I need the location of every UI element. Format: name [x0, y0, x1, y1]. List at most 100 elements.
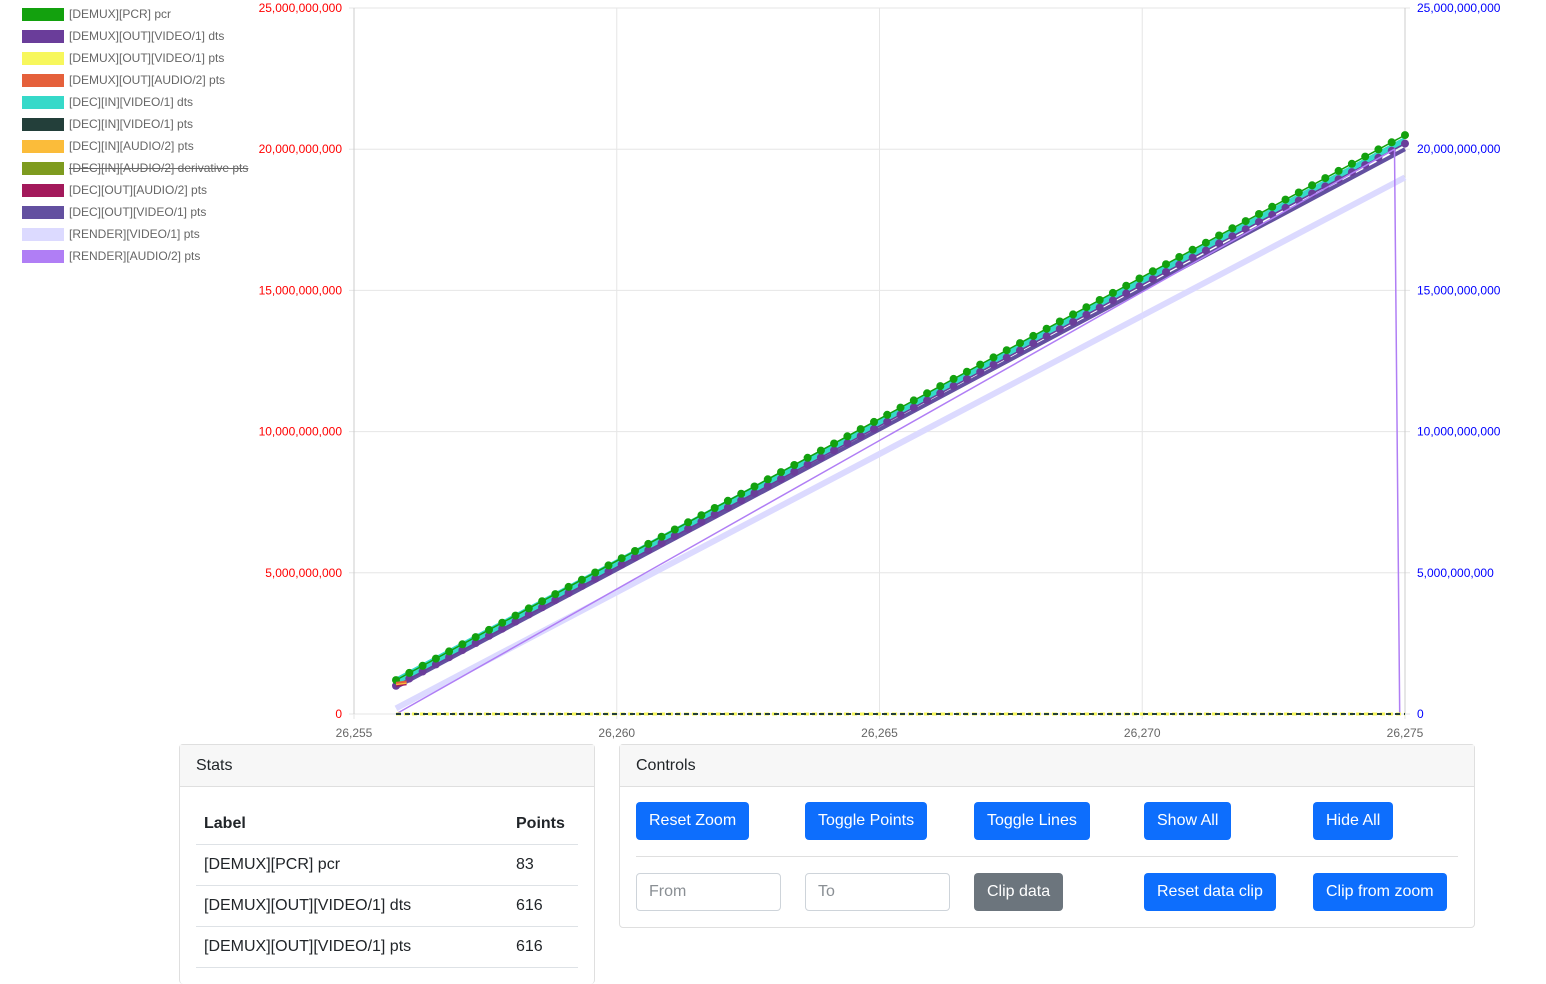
legend-swatch	[22, 117, 64, 131]
series-point	[976, 367, 985, 376]
series-point	[1029, 339, 1038, 348]
series-point	[1162, 260, 1170, 269]
y-left-tick-label: 15,000,000,000	[259, 283, 343, 297]
x-tick-label: 26,255	[336, 726, 373, 740]
series-point	[896, 410, 905, 419]
series-point	[763, 475, 772, 484]
series-point	[657, 532, 666, 541]
series-point	[989, 353, 998, 362]
series-point	[1108, 288, 1117, 297]
legend-swatch	[22, 161, 64, 175]
series-point	[458, 640, 467, 649]
series-point	[803, 453, 812, 462]
to-input[interactable]	[805, 873, 950, 911]
series-point	[1042, 332, 1051, 341]
series-point	[1069, 317, 1078, 326]
series-point	[790, 461, 799, 469]
hide-all-button[interactable]: Hide All	[1313, 802, 1394, 840]
legend-item[interactable]: [DEC][IN][AUDIO/2] pts	[22, 135, 262, 157]
row-label: [DEMUX][PCR] pcr	[196, 844, 508, 886]
y-left-tick-label: 5,000,000,000	[265, 566, 342, 580]
y-right-tick-label: 0	[1417, 707, 1424, 721]
legend-label: [DEMUX][OUT][AUDIO/2] pts	[69, 73, 226, 87]
series-point	[405, 668, 414, 677]
legend-swatch	[22, 73, 64, 87]
series-point	[710, 504, 719, 512]
label-column-header: Label	[196, 803, 508, 845]
legend-item[interactable]: [DEC][OUT][VIDEO/1] pts	[22, 201, 262, 223]
series-line	[395, 680, 407, 684]
legend-item[interactable]: [DEMUX][OUT][AUDIO/2] pts	[22, 69, 262, 91]
series-point	[962, 375, 971, 383]
y-right-tick-label: 15,000,000,000	[1417, 283, 1501, 297]
legend-item[interactable]: [DEC][OUT][AUDIO/2] pts	[22, 179, 262, 201]
table-row: [DEMUX][PCR] pcr 83	[196, 844, 578, 886]
series-point	[1228, 224, 1237, 233]
row-label: [DEMUX][OUT][VIDEO/1] dts	[196, 885, 508, 927]
series-point	[870, 417, 878, 426]
series-point	[777, 468, 785, 477]
legend-label: [DEC][OUT][VIDEO/1] pts	[69, 205, 207, 219]
legend-item[interactable]: [DEC][IN][VIDEO/1] pts	[22, 113, 262, 135]
chart-series	[392, 131, 1409, 716]
reset-data-clip-button[interactable]: Reset data clip	[1144, 873, 1276, 911]
series-point	[538, 597, 547, 606]
series-point	[604, 561, 613, 570]
clip-data-button[interactable]: Clip data	[974, 873, 1064, 911]
legend-swatch	[22, 51, 64, 65]
series-point	[843, 439, 852, 448]
series-point	[1361, 152, 1370, 161]
series-point	[684, 518, 693, 527]
series-point	[1215, 231, 1224, 240]
series-point	[737, 489, 746, 498]
series-point	[1281, 195, 1290, 204]
series-point	[1347, 159, 1356, 168]
series-point	[883, 410, 892, 419]
legend-item[interactable]: [RENDER][VIDEO/1] pts	[22, 223, 262, 245]
reset-zoom-button[interactable]: Reset Zoom	[636, 802, 750, 840]
legend-item[interactable]: [DEMUX][OUT][VIDEO/1] dts	[22, 25, 262, 47]
legend-item[interactable]: [DEMUX][OUT][VIDEO/1] pts	[22, 47, 262, 69]
row-points: 616	[508, 926, 578, 968]
series-point	[856, 432, 865, 441]
series-point	[909, 396, 918, 405]
show-all-button[interactable]: Show All	[1144, 802, 1232, 840]
clip-from-zoom-button[interactable]: Clip from zoom	[1313, 873, 1447, 911]
from-input[interactable]	[636, 873, 781, 911]
series-point	[1334, 166, 1343, 175]
legend-swatch	[22, 95, 64, 109]
legend-label: [RENDER][AUDIO/2] pts	[69, 249, 201, 263]
legend-label: [DEC][IN][AUDIO/2] pts	[69, 139, 194, 153]
stats-header-row: Label Points	[196, 803, 578, 845]
legend-item[interactable]: [DEC][IN][VIDEO/1] dts	[22, 91, 262, 113]
series-point	[591, 568, 600, 577]
series-point	[1148, 267, 1157, 276]
series-point	[1122, 281, 1131, 290]
legend-item[interactable]: [DEMUX][PCR] pcr	[22, 3, 262, 25]
series-point	[723, 496, 732, 505]
legend-label: [DEMUX][PCR] pcr	[69, 7, 172, 21]
row-label: [DEMUX][OUT][VIDEO/1] pts	[196, 926, 508, 968]
series-point	[936, 389, 945, 398]
toggle-lines-button[interactable]: Toggle Lines	[974, 802, 1090, 840]
series-point	[1148, 275, 1157, 284]
series-point	[445, 647, 454, 656]
series-point	[1201, 238, 1210, 247]
legend-item[interactable]: [DEC][IN][AUDIO/2] derivative pts	[22, 157, 262, 179]
series-point	[1016, 346, 1024, 355]
series-point	[1016, 339, 1024, 348]
series-point	[896, 403, 905, 412]
table-row: [DEMUX][OUT][VIDEO/1] dts 616	[196, 885, 578, 927]
series-point	[856, 425, 865, 434]
legend-label: [RENDER][VIDEO/1] pts	[69, 227, 200, 241]
legend-swatch	[22, 29, 64, 43]
series-point	[816, 453, 825, 462]
series-point	[1055, 325, 1064, 333]
series-point	[697, 511, 706, 520]
toggle-points-button[interactable]: Toggle Points	[805, 802, 928, 840]
y-left-tick-label: 0	[335, 707, 342, 721]
legend-item[interactable]: [RENDER][AUDIO/2] pts	[22, 245, 262, 267]
legend-label: [DEC][IN][VIDEO/1] dts	[69, 95, 194, 109]
series-point	[909, 403, 918, 412]
series-point	[949, 382, 958, 391]
